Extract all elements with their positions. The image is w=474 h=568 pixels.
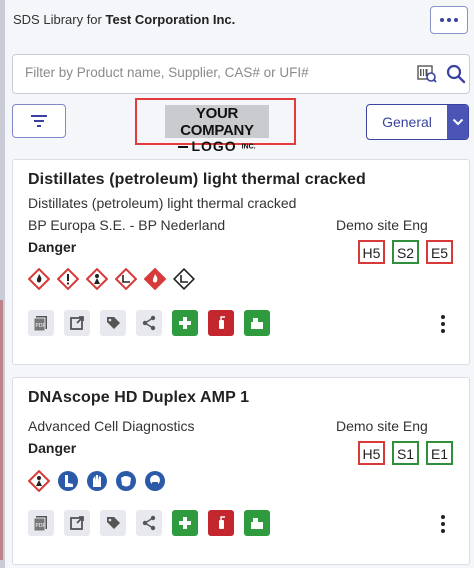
svg-text:PDF: PDF — [36, 523, 46, 529]
fire-extinguisher-icon[interactable] — [208, 510, 234, 536]
spill-kit-icon[interactable] — [244, 510, 270, 536]
search-bar — [12, 54, 470, 94]
first-aid-icon[interactable] — [172, 510, 198, 536]
barcode-scan-icon[interactable] — [417, 65, 437, 83]
company-logo: YOUR COMPANY LOGO INC. — [165, 105, 269, 153]
health-hazard-icon — [86, 268, 108, 290]
health-hazard-icon — [28, 470, 50, 492]
view-select[interactable]: General — [366, 104, 469, 140]
logo-line2: LOGO — [191, 138, 237, 154]
first-aid-icon[interactable] — [172, 310, 198, 336]
product-card[interactable]: DNAscope HD Duplex AMP 1 Advanced Cell D… — [12, 377, 470, 565]
open-external-icon[interactable] — [64, 310, 90, 336]
hazard-codes: H5 S1 E1 — [358, 441, 453, 465]
sds-library-panel: SDS Library for Test Corporation Inc. YO… — [5, 0, 474, 568]
logo-line1: YOUR COMPANY — [180, 105, 254, 139]
spill-kit-icon[interactable] — [244, 310, 270, 336]
product-subtitle: Distillates (petroleum) light thermal cr… — [28, 195, 297, 211]
exclamation-icon — [57, 268, 79, 290]
view-select-value: General — [382, 114, 432, 130]
logo-suffix: INC. — [241, 143, 256, 151]
product-actions: PDF — [28, 310, 270, 336]
library-title: SDS Library for Test Corporation Inc. — [13, 12, 235, 27]
search-icon[interactable] — [446, 64, 466, 84]
safety-code-badge: S1 — [392, 441, 419, 465]
product-card[interactable]: Distillates (petroleum) light thermal cr… — [12, 159, 470, 365]
chevron-down-icon[interactable] — [447, 105, 468, 139]
supplier-name: BP Europa S.E. - BP Nederland — [28, 217, 226, 233]
dot — [440, 18, 444, 22]
filter-lines-icon — [31, 115, 47, 127]
logo-line2-wrap: LOGO INC. — [165, 139, 269, 154]
product-name[interactable]: Distillates (petroleum) light thermal cr… — [28, 171, 366, 189]
company-logo-highlight: YOUR COMPANY LOGO INC. — [135, 98, 296, 153]
hazard-codes: H5 S2 E5 — [358, 240, 453, 264]
environment-alt-icon — [173, 268, 195, 290]
company-name: Test Corporation Inc. — [105, 12, 236, 27]
dot — [447, 18, 451, 22]
svg-text:PDF: PDF — [36, 323, 46, 329]
dot — [454, 18, 458, 22]
tag-icon[interactable] — [100, 510, 126, 536]
card-more-icon[interactable] — [438, 315, 448, 333]
card-more-icon[interactable] — [438, 515, 448, 533]
face-shield-icon — [116, 471, 136, 491]
product-name[interactable]: DNAscope HD Duplex AMP 1 — [28, 389, 249, 407]
signal-word: Danger — [28, 239, 77, 255]
product-actions: PDF — [28, 510, 270, 536]
supplier-name: Advanced Cell Diagnostics — [28, 418, 195, 434]
flame-red-icon — [144, 268, 166, 290]
safety-code-badge: S2 — [392, 240, 419, 264]
open-external-icon[interactable] — [64, 510, 90, 536]
pdf-icon[interactable]: PDF — [28, 310, 54, 336]
site-name: Demo site Eng — [336, 418, 428, 434]
fire-extinguisher-icon[interactable] — [208, 310, 234, 336]
tag-icon[interactable] — [100, 310, 126, 336]
pdf-icon[interactable]: PDF — [28, 510, 54, 536]
gloves-icon — [87, 471, 107, 491]
environment-code-badge: E5 — [426, 240, 453, 264]
environment-code-badge: E1 — [426, 441, 453, 465]
more-options-button[interactable] — [430, 6, 468, 34]
filter-button[interactable] — [12, 104, 66, 138]
site-name: Demo site Eng — [336, 217, 428, 233]
flammable-icon — [28, 268, 50, 290]
library-title-prefix: SDS Library for — [13, 12, 102, 27]
ghs-pictograms — [28, 268, 195, 290]
respirator-icon — [145, 471, 165, 491]
signal-word: Danger — [28, 440, 77, 456]
environment-icon — [115, 268, 137, 290]
share-icon[interactable] — [136, 310, 162, 336]
health-code-badge: H5 — [358, 441, 385, 465]
ghs-pictograms — [28, 470, 166, 492]
health-code-badge: H5 — [358, 240, 385, 264]
safety-boots-icon — [58, 471, 78, 491]
search-input[interactable] — [25, 65, 405, 80]
share-icon[interactable] — [136, 510, 162, 536]
